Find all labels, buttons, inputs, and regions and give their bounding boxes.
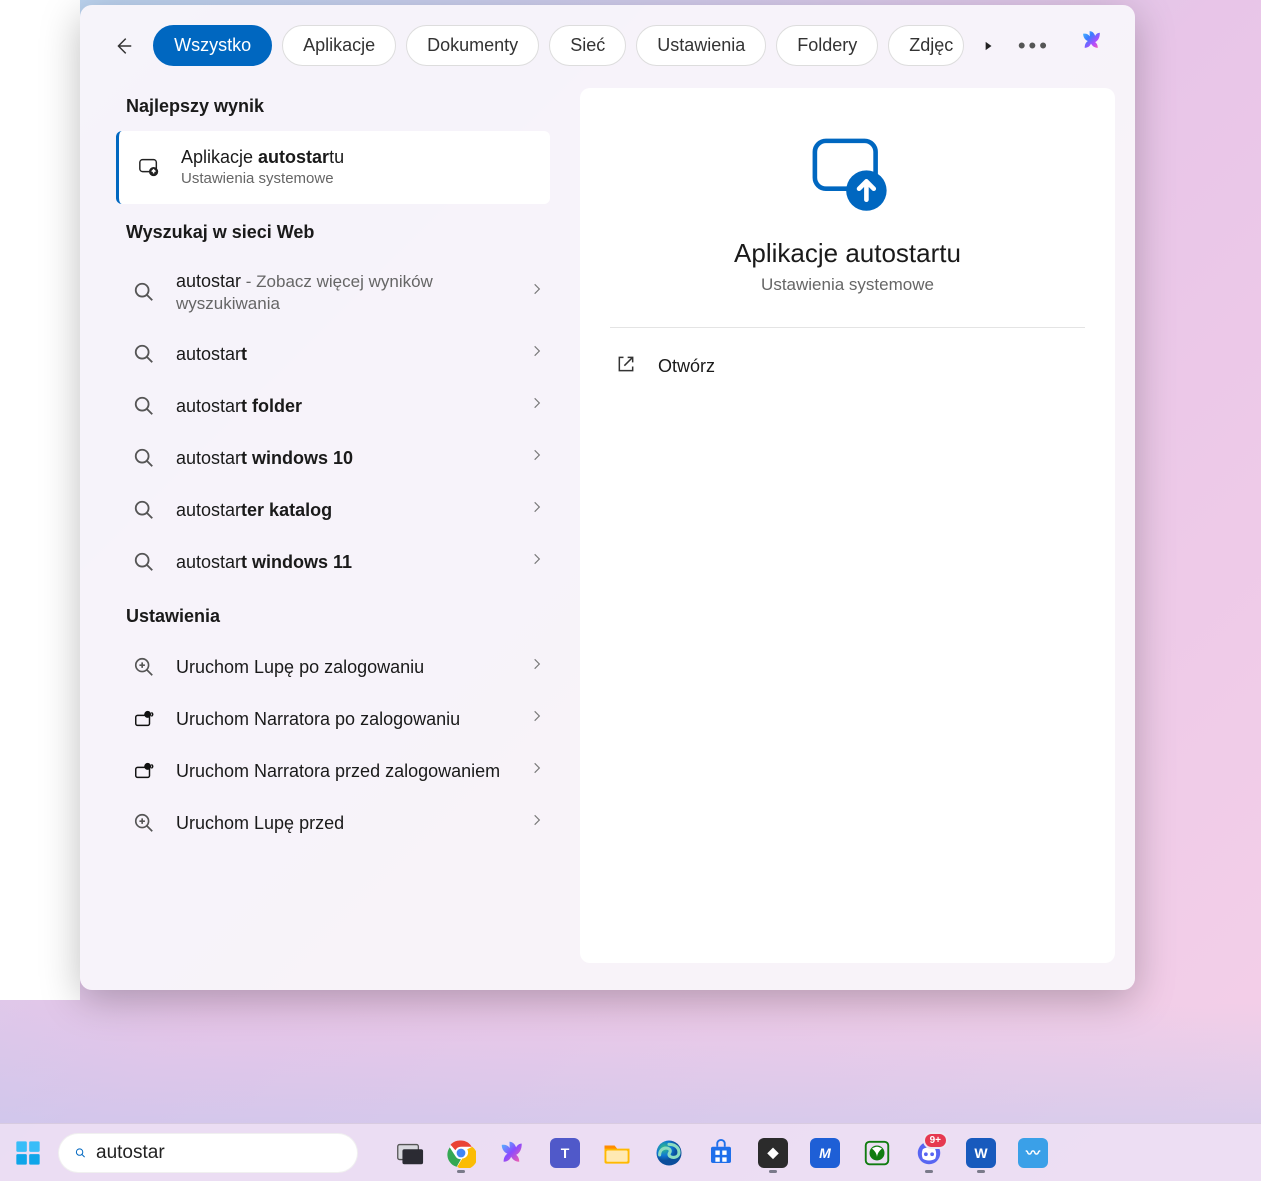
web-result[interactable]: autostart (80, 328, 570, 380)
app-m-icon[interactable]: M (804, 1132, 846, 1174)
settings-result[interactable]: Uruchom Lupę przed (80, 797, 570, 849)
settings-result[interactable]: Uruchom Narratora przed zalogowaniem (80, 745, 570, 797)
filter-all[interactable]: Wszystko (153, 25, 272, 66)
preview-title: Aplikacje autostartu (610, 238, 1085, 269)
microsoft-store-icon[interactable] (700, 1132, 742, 1174)
copilot-icon[interactable] (1080, 28, 1105, 64)
taskbar: T ◆ M 9+ W 〰 (0, 1123, 1261, 1181)
magnifier-plus-icon (130, 809, 158, 837)
filter-folders[interactable]: Foldery (776, 25, 878, 66)
section-best-match: Najlepszy wynik (80, 78, 570, 131)
filter-documents[interactable]: Dokumenty (406, 25, 539, 66)
chrome-icon[interactable] (440, 1132, 482, 1174)
chevron-right-icon (530, 396, 550, 416)
filter-photos[interactable]: Zdjęc (888, 25, 964, 66)
search-flyout: Wszystko Aplikacje Dokumenty Sieć Ustawi… (80, 5, 1135, 990)
discord-badge: 9+ (923, 1132, 948, 1149)
filter-web[interactable]: Sieć (549, 25, 626, 66)
task-view-icon[interactable] (388, 1132, 430, 1174)
settings-result[interactable]: Uruchom Lupę po zalogowaniu (80, 641, 570, 693)
chevron-right-icon (530, 761, 550, 781)
filter-apps[interactable]: Aplikacje (282, 25, 396, 66)
web-result[interactable]: autostart windows 10 (80, 432, 570, 484)
xbox-icon[interactable] (856, 1132, 898, 1174)
file-explorer-icon[interactable] (596, 1132, 638, 1174)
word-icon[interactable]: W (960, 1132, 1002, 1174)
back-button[interactable] (110, 28, 135, 64)
top-result-title: Aplikacje autostartu (181, 145, 530, 169)
preview-pane: Aplikacje autostartu Ustawienia systemow… (580, 88, 1115, 963)
divider (610, 327, 1085, 328)
startup-apps-icon (135, 153, 163, 181)
window-frame (0, 0, 80, 1000)
chevron-right-icon (530, 500, 550, 520)
open-action[interactable]: Otwórz (610, 346, 1085, 387)
discord-icon[interactable]: 9+ (908, 1132, 950, 1174)
filter-scroll-right[interactable] (978, 32, 998, 60)
search-icon (130, 392, 158, 420)
filter-bar: Wszystko Aplikacje Dokumenty Sieć Ustawi… (80, 5, 1135, 78)
web-result[interactable]: autostart folder (80, 380, 570, 432)
search-icon (75, 1144, 86, 1162)
start-button[interactable] (8, 1133, 48, 1173)
section-web: Wyszukaj w sieci Web (80, 204, 570, 257)
more-options[interactable]: ••• (1008, 29, 1060, 63)
chevron-right-icon (530, 344, 550, 364)
chevron-right-icon (530, 657, 550, 677)
narrator-icon (130, 757, 158, 785)
web-result[interactable]: autostart windows 11 (80, 536, 570, 588)
results-list: Najlepszy wynik Aplikacje autostartu Ust… (80, 78, 570, 983)
open-label: Otwórz (658, 356, 715, 377)
preview-sub: Ustawienia systemowe (610, 275, 1085, 295)
narrator-icon (130, 705, 158, 733)
copilot-taskbar-icon[interactable] (492, 1132, 534, 1174)
taskbar-search[interactable] (58, 1133, 358, 1173)
taskbar-search-input[interactable] (96, 1142, 341, 1164)
top-result[interactable]: Aplikacje autostartu Ustawienia systemow… (116, 131, 550, 204)
settings-result[interactable]: Uruchom Narratora po zalogowaniu (80, 693, 570, 745)
app-chart-icon[interactable]: 〰 (1012, 1132, 1054, 1174)
web-result[interactable]: autostar - Zobacz więcej wyników wyszuki… (80, 257, 570, 329)
top-result-sub: Ustawienia systemowe (181, 169, 530, 189)
open-external-icon (616, 354, 636, 379)
filter-settings[interactable]: Ustawienia (636, 25, 766, 66)
chevron-right-icon (530, 813, 550, 833)
search-icon (130, 444, 158, 472)
startup-apps-large-icon (802, 128, 894, 220)
magnifier-plus-icon (130, 653, 158, 681)
web-result[interactable]: autostarter katalog (80, 484, 570, 536)
search-icon (130, 278, 158, 306)
edge-icon[interactable] (648, 1132, 690, 1174)
teams-icon[interactable]: T (544, 1132, 586, 1174)
search-icon (130, 548, 158, 576)
chevron-right-icon (530, 709, 550, 729)
section-settings: Ustawienia (80, 588, 570, 641)
app-icon[interactable]: ◆ (752, 1132, 794, 1174)
search-icon (130, 340, 158, 368)
chevron-right-icon (530, 552, 550, 572)
chevron-right-icon (530, 448, 550, 468)
chevron-right-icon (530, 282, 550, 302)
search-icon (130, 496, 158, 524)
